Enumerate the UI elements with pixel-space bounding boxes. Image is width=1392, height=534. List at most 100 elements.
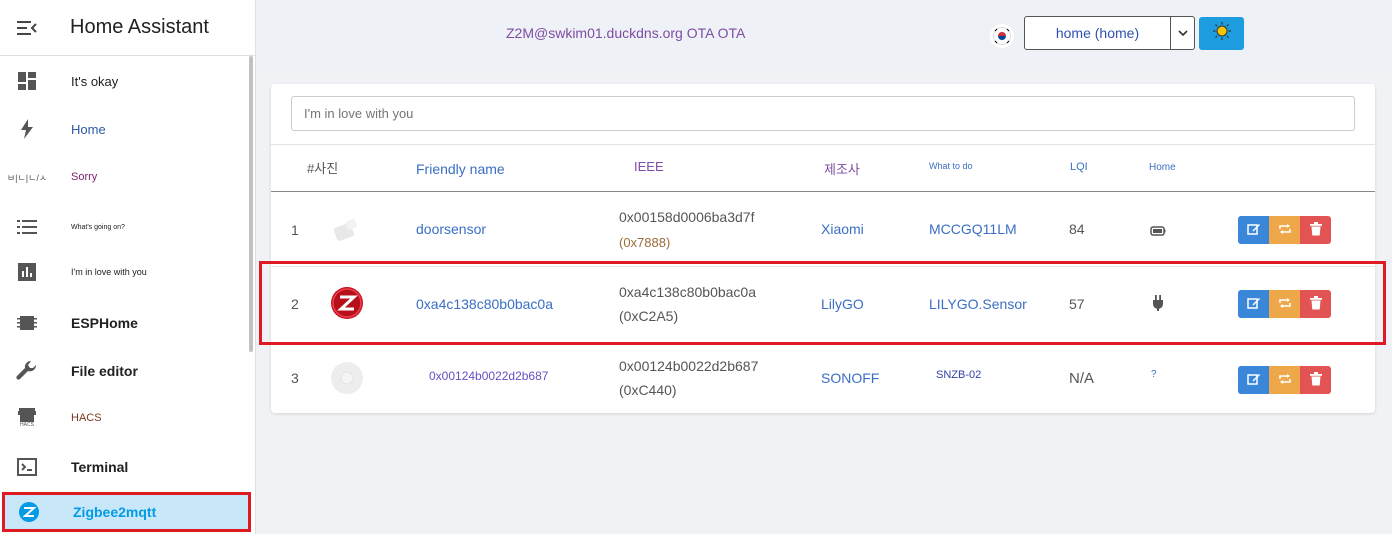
delete-button[interactable] [1300, 290, 1331, 318]
device-ieee: 0x00158d0006ba3d7f [619, 209, 755, 225]
sidebar-item-terminal[interactable]: Terminal [0, 443, 250, 491]
home-select-value: home (home) [1055, 25, 1140, 41]
chevron-down-icon[interactable] [1170, 17, 1194, 49]
sidebar-item-label: Zigbee2mqtt [73, 504, 157, 520]
edit-button[interactable] [1238, 366, 1269, 394]
delete-button[interactable] [1300, 216, 1331, 244]
device-manufacturer[interactable]: LilyGO [821, 296, 864, 312]
swap-icon [1278, 373, 1292, 388]
device-friendly-name[interactable]: 0xa4c138c80b0bac0a [416, 296, 553, 312]
zigbee-logo-icon [331, 287, 363, 319]
trash-icon [1309, 371, 1322, 389]
row-number: 3 [291, 370, 299, 386]
header-ieee[interactable]: IEEE [634, 159, 664, 174]
sidebar-item-sorry[interactable]: ㅂ|ㄴ|ㄴ/ㅅ Sorry [0, 153, 250, 201]
edit-icon [1246, 222, 1261, 239]
home-select[interactable]: home (home) [1024, 16, 1195, 50]
dashboard-icon [0, 71, 54, 91]
header-power[interactable]: Home [1149, 162, 1176, 173]
sidebar-item-label: ESPHome [71, 315, 138, 331]
edit-icon [1246, 296, 1261, 313]
sun-icon [1212, 22, 1231, 45]
device-model[interactable]: LILYGO.Sensor [929, 296, 1027, 312]
edit-icon [1246, 372, 1261, 389]
table-row: 1 doorsensor 0x00158d0006ba3d7f (0x7888)… [271, 192, 1375, 266]
sidebar: Home Assistant It's okay Home ㅂ|ㄴ|ㄴ/ㅅ So… [0, 0, 256, 534]
search-input[interactable] [291, 96, 1355, 131]
sidebar-item-file-editor[interactable]: File editor [0, 347, 250, 395]
kr-flag-icon[interactable] [990, 24, 1014, 48]
terminal-icon [0, 458, 54, 476]
device-nwk: (0xC2A5) [619, 308, 679, 324]
row-actions [1238, 290, 1331, 318]
sidebar-item-label: Terminal [71, 459, 129, 475]
store-icon: HACS [0, 408, 54, 428]
sidebar-item-its-okay[interactable]: It's okay [0, 57, 250, 105]
header-friendly-name[interactable]: Friendly name [416, 161, 505, 177]
device-manufacturer[interactable]: Xiaomi [821, 221, 864, 237]
power-unknown: ? [1151, 369, 1157, 380]
sidebar-item-hacs[interactable]: HACS HACS [0, 394, 250, 442]
edit-button[interactable] [1238, 216, 1269, 244]
sidebar-header: Home Assistant [0, 0, 255, 56]
sidebar-item-whats-going-on[interactable]: What's going on? [0, 203, 250, 251]
device-ieee: 0x00124b0022d2b687 [619, 358, 759, 374]
device-manufacturer[interactable]: SONOFF [821, 370, 879, 386]
lightning-icon [0, 119, 54, 139]
sidebar-item-label: It's okay [71, 73, 119, 89]
trash-icon [1309, 221, 1322, 239]
battery-icon [1150, 223, 1166, 239]
sidebar-item-love[interactable]: I'm in love with you [0, 248, 250, 296]
topbar: Z2M@swkim01.duckdns.org OTA OTA home (ho… [256, 0, 1392, 68]
device-lqi: N/A [1069, 370, 1095, 387]
swap-icon [1278, 297, 1292, 312]
page-title: Z2M@swkim01.duckdns.org OTA OTA [506, 25, 746, 41]
chip-icon [0, 313, 54, 333]
chart-icon [0, 263, 54, 281]
divider [271, 144, 1375, 145]
trash-icon [1309, 295, 1322, 313]
wrench-icon [0, 360, 54, 382]
table-row: 3 0x00124b0022d2b687 0x00124b0022d2b687 … [271, 343, 1375, 417]
device-image [331, 214, 363, 246]
menu-toggle-icon[interactable] [0, 20, 54, 36]
text-logo-icon: ㅂ|ㄴ|ㄴ/ㅅ [6, 172, 48, 183]
device-model[interactable]: SNZB-02 [936, 369, 981, 381]
sidebar-item-label: Home [71, 121, 106, 137]
rename-button[interactable] [1269, 290, 1300, 318]
device-lqi: 84 [1069, 221, 1085, 237]
table-row: 2 0xa4c138c80b0bac0a 0xa4c138c80b0bac0a … [271, 267, 1375, 341]
rename-button[interactable] [1269, 366, 1300, 394]
sidebar-item-label: HACS [71, 412, 102, 424]
plug-icon [1152, 295, 1164, 314]
zigbee-icon [5, 501, 53, 523]
list-icon [0, 219, 54, 235]
header-model[interactable]: What to do [929, 161, 973, 171]
device-model[interactable]: MCCGQ11LM [929, 221, 1017, 237]
devices-card: #사진 Friendly name IEEE 제조사 What to do LQ… [271, 84, 1375, 413]
sidebar-item-label: File editor [71, 363, 138, 379]
header-pic: #사진 [307, 161, 339, 176]
header-manufacturer[interactable]: 제조사 [824, 159, 860, 178]
swap-icon [1278, 223, 1292, 238]
row-number: 2 [291, 296, 299, 312]
sidebar-item-esphome[interactable]: ESPHome [0, 299, 250, 347]
theme-toggle-button[interactable] [1199, 17, 1244, 50]
device-friendly-name[interactable]: doorsensor [416, 221, 486, 237]
sidebar-item-home[interactable]: Home [0, 105, 250, 153]
device-nwk: (0xC440) [619, 382, 677, 398]
sidebar-item-label: I'm in love with you [71, 267, 147, 277]
header-lqi[interactable]: LQI [1070, 161, 1088, 173]
sidebar-item-zigbee2mqtt[interactable]: Zigbee2mqtt [2, 492, 251, 532]
sidebar-item-label: What's going on? [71, 223, 125, 231]
rename-button[interactable] [1269, 216, 1300, 244]
edit-button[interactable] [1238, 290, 1269, 318]
delete-button[interactable] [1300, 366, 1331, 394]
row-number: 1 [291, 222, 299, 238]
sidebar-item-label: Sorry [71, 171, 98, 183]
device-friendly-name[interactable]: 0x00124b0022d2b687 [429, 369, 548, 383]
device-lqi: 57 [1069, 296, 1085, 312]
sidebar-title: Home Assistant [70, 16, 209, 38]
row-actions [1238, 216, 1331, 244]
row-actions [1238, 366, 1331, 394]
